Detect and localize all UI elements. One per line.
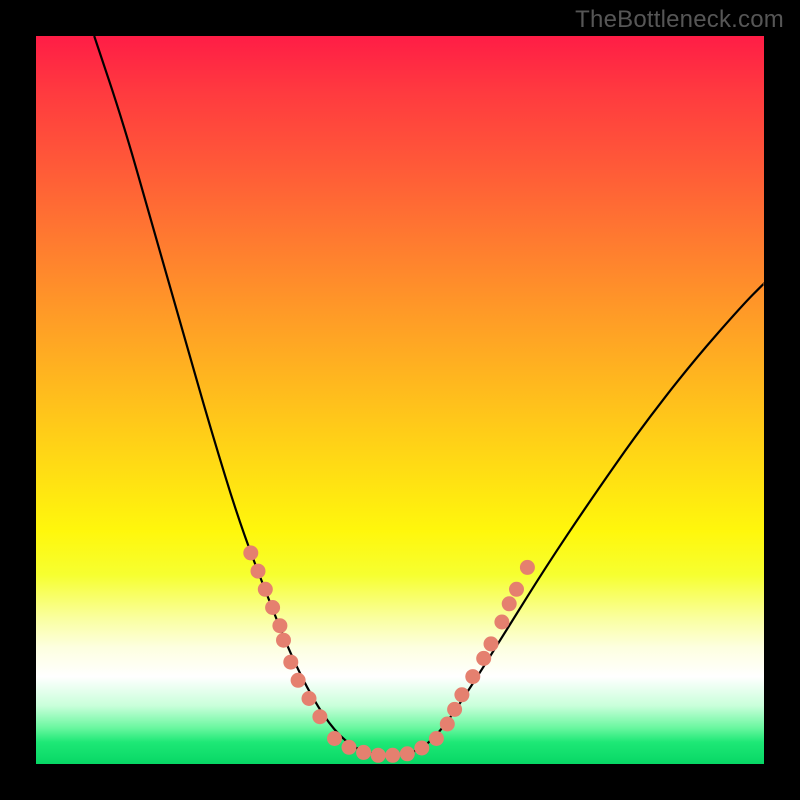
data-point bbox=[414, 741, 429, 756]
data-point bbox=[342, 740, 357, 755]
data-point bbox=[276, 633, 291, 648]
data-point bbox=[272, 618, 287, 633]
data-point bbox=[429, 731, 444, 746]
chart-svg bbox=[36, 36, 764, 764]
data-point bbox=[291, 673, 306, 688]
data-point bbox=[400, 746, 415, 761]
data-point bbox=[283, 655, 298, 670]
data-point bbox=[243, 545, 258, 560]
data-point bbox=[447, 702, 462, 717]
data-point bbox=[476, 651, 491, 666]
bottleneck-curve bbox=[94, 36, 764, 755]
data-point bbox=[356, 745, 371, 760]
data-point bbox=[502, 596, 517, 611]
data-point bbox=[494, 615, 509, 630]
chart-frame: TheBottleneck.com bbox=[0, 0, 800, 800]
data-point bbox=[371, 748, 386, 763]
data-points-right bbox=[440, 560, 535, 732]
watermark-text: TheBottleneck.com bbox=[575, 6, 784, 34]
data-point bbox=[454, 687, 469, 702]
data-points-bottom bbox=[327, 731, 444, 763]
data-point bbox=[440, 717, 455, 732]
data-points-left bbox=[243, 545, 327, 724]
data-point bbox=[251, 564, 266, 579]
data-point bbox=[327, 731, 342, 746]
data-point bbox=[484, 636, 499, 651]
data-point bbox=[509, 582, 524, 597]
data-point bbox=[520, 560, 535, 575]
data-point bbox=[258, 582, 273, 597]
plot-area bbox=[36, 36, 764, 764]
data-point bbox=[312, 709, 327, 724]
data-point bbox=[385, 748, 400, 763]
data-point bbox=[265, 600, 280, 615]
data-point bbox=[465, 669, 480, 684]
data-point bbox=[302, 691, 317, 706]
